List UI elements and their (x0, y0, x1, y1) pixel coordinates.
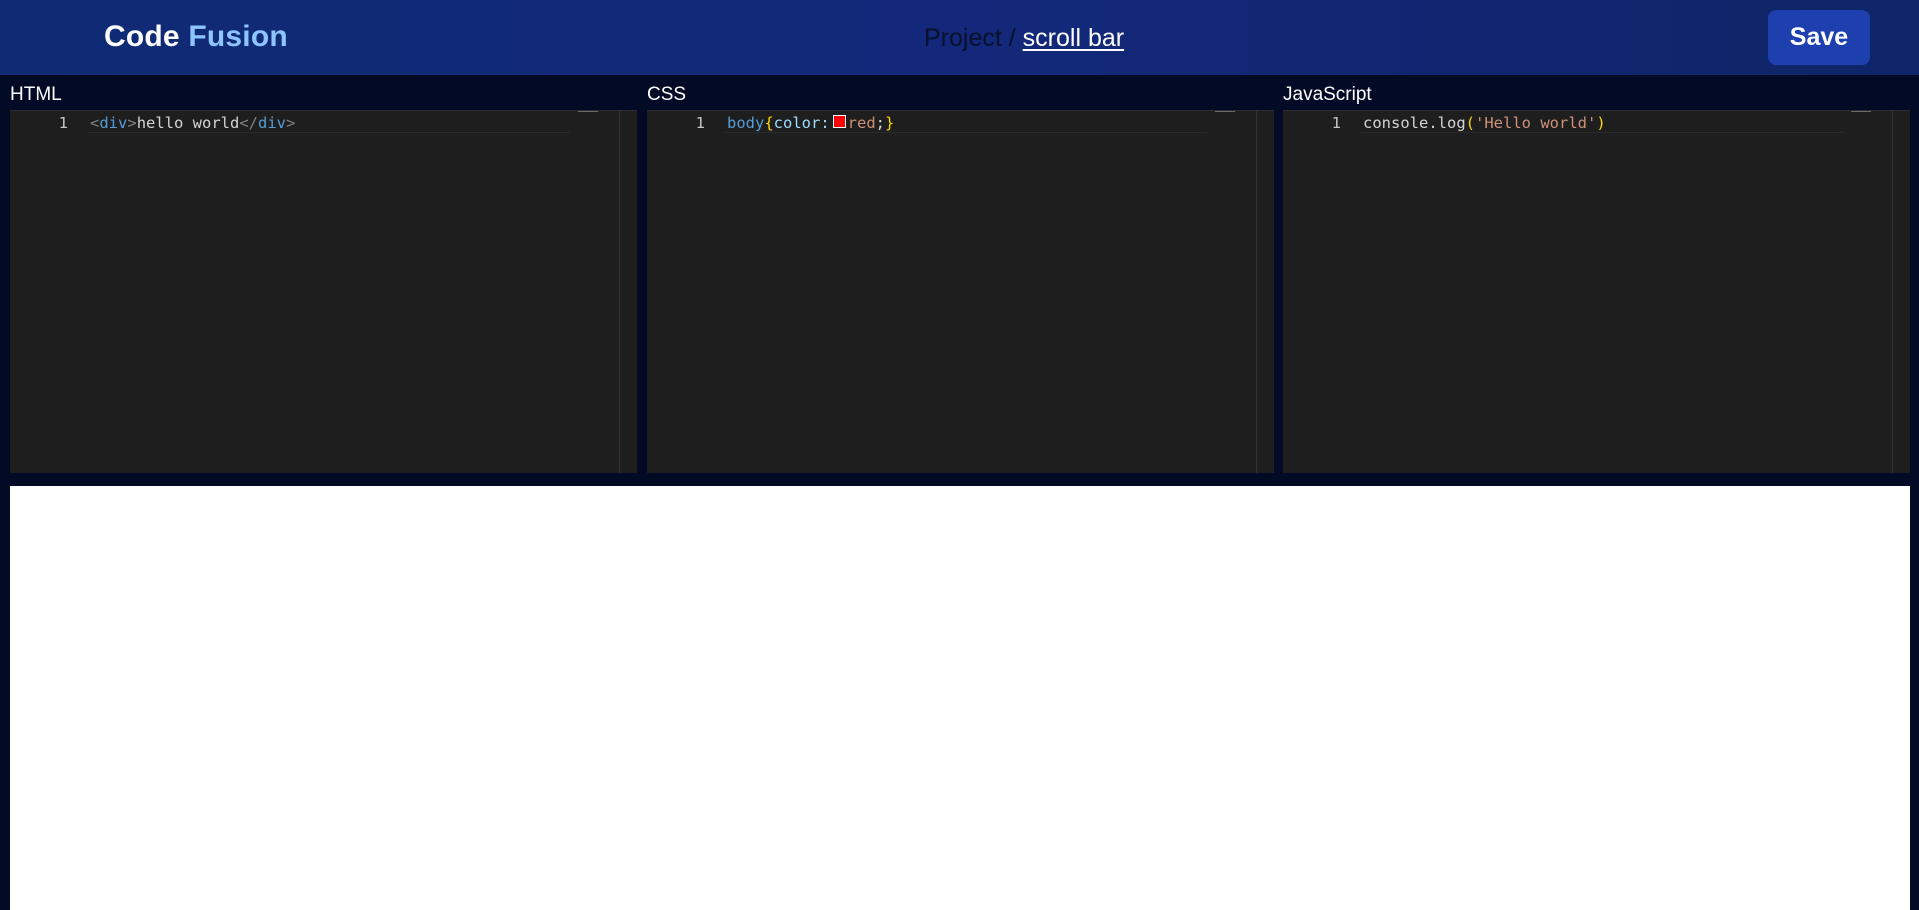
css-code-line[interactable]: body{color: red;} (727, 114, 894, 132)
css-code-editor[interactable]: 1 body{color: red;} (647, 110, 1274, 473)
code-token: ( (1465, 114, 1475, 132)
project-name-link[interactable]: scroll bar (1023, 24, 1124, 52)
js-code-editor[interactable]: 1 console.log('Hello world') (1283, 110, 1910, 473)
code-token: ; (875, 114, 886, 132)
vertical-scrollbar[interactable] (1256, 111, 1257, 473)
code-token: div (258, 114, 287, 132)
code-token: } (885, 114, 895, 132)
line-number: 1 (58, 114, 68, 132)
breadcrumb-prefix: Project / (924, 24, 1016, 52)
html-editor-title: HTML (10, 84, 62, 105)
brand-name-second: Fusion (188, 20, 288, 53)
css-editor-title: CSS (647, 84, 687, 105)
js-editor-panel: JavaScript 1 console.log('Hello world') (1283, 75, 1910, 474)
js-code-line[interactable]: console.log('Hello world') (1363, 114, 1606, 132)
code-token: console.log (1363, 114, 1466, 132)
code-token: < (90, 114, 100, 132)
html-code-line[interactable]: <div>hello world</div> (90, 114, 295, 132)
code-token: color: (773, 114, 830, 132)
brand-logo: Code Fusion (104, 20, 288, 54)
js-editor-title: JavaScript (1283, 84, 1372, 105)
line-number: 1 (695, 114, 705, 132)
code-token: body (727, 114, 765, 132)
color-swatch-icon[interactable] (832, 115, 846, 128)
output-preview[interactable] (10, 486, 1910, 910)
css-editor-panel: CSS 1 body{color: red;} (647, 75, 1274, 474)
code-token: hello world (136, 114, 240, 132)
top-bar: Code Fusion Project / scroll bar Save (0, 0, 1919, 75)
code-token: red (847, 114, 876, 132)
breadcrumb: Project / scroll bar (924, 24, 1124, 53)
brand-name-first: Code (104, 20, 180, 53)
html-code-editor[interactable]: 1 <div>hello world</div> (10, 110, 637, 473)
code-token: { (764, 114, 774, 132)
save-button[interactable]: Save (1768, 10, 1870, 65)
line-number: 1 (1331, 114, 1341, 132)
vertical-scrollbar[interactable] (1892, 111, 1893, 473)
code-token: </ (239, 114, 259, 132)
code-token: > (286, 114, 296, 132)
vertical-scrollbar[interactable] (619, 111, 620, 473)
code-token: > (127, 114, 137, 132)
code-token: ) (1596, 114, 1606, 132)
code-token: 'Hello world' (1475, 114, 1597, 132)
html-editor-panel: HTML 1 <div>hello world</div> (10, 75, 637, 474)
code-token: div (99, 114, 128, 132)
